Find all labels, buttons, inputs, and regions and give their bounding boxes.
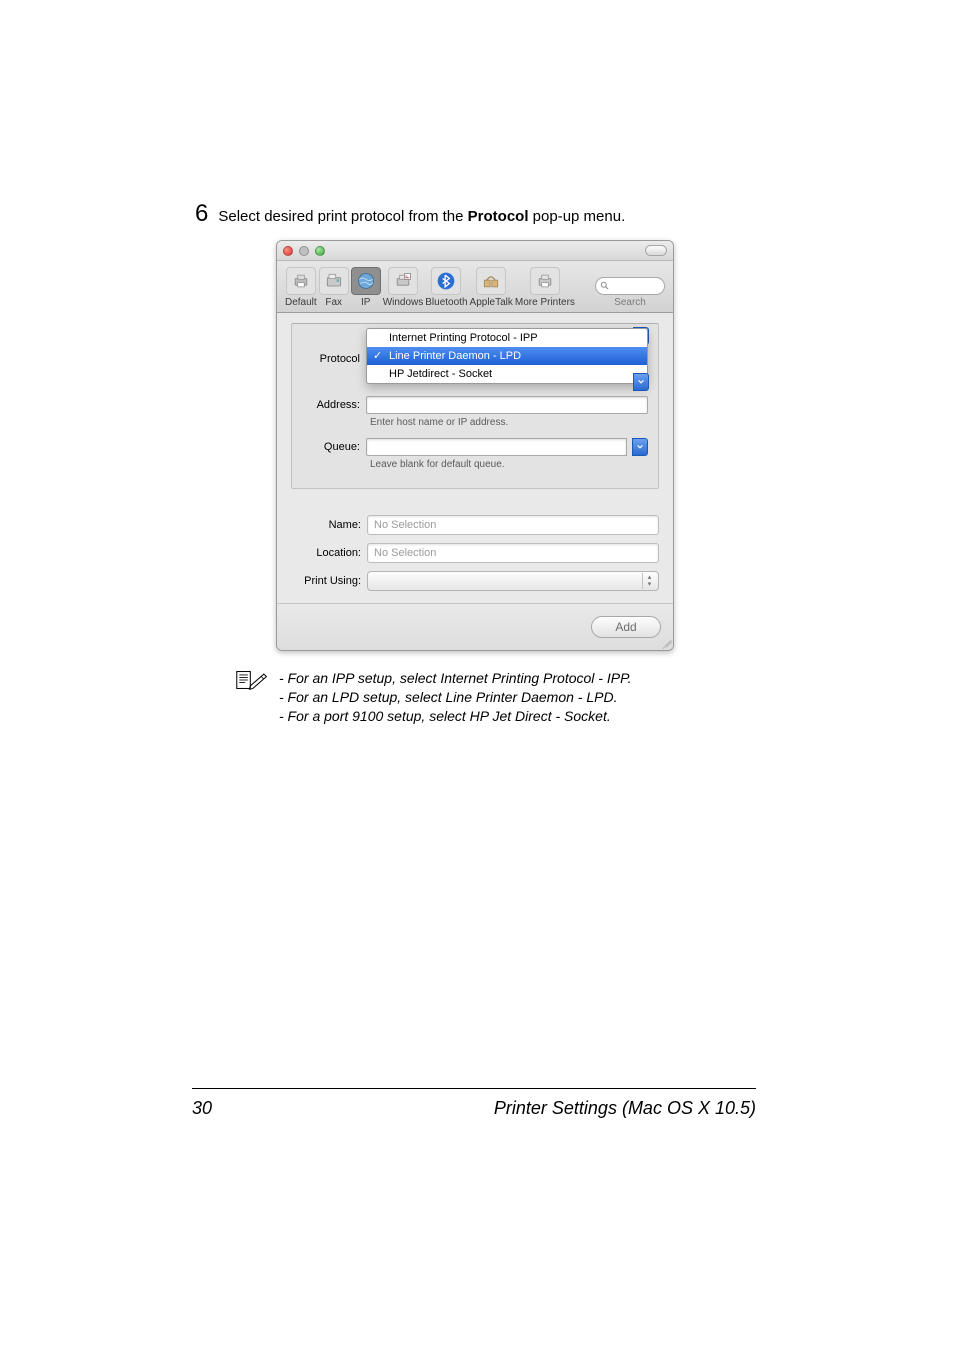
location-field[interactable]: No Selection <box>367 543 659 563</box>
toolbar-label: Windows <box>383 297 424 308</box>
dialog-footer: Add <box>277 603 673 650</box>
search-wrap: Search <box>595 277 665 308</box>
toolbar-fax[interactable]: Fax <box>319 267 349 308</box>
step-text-bold: Protocol <box>468 208 529 225</box>
form-inset: Protocol Internet Printing Protocol - IP… <box>291 323 659 489</box>
toolbar-appletalk[interactable]: AppleTalk <box>470 267 513 308</box>
traffic-lights <box>283 246 325 256</box>
protocol-option-socket[interactable]: HP Jetdirect - Socket <box>367 365 647 383</box>
printusing-popup[interactable]: ▴▾ <box>367 571 659 591</box>
toolbar-label: IP <box>361 297 370 308</box>
protocol-menu: Internet Printing Protocol - IPP Line Pr… <box>366 328 648 384</box>
titlebar <box>277 241 673 261</box>
toolbar-windows[interactable]: Windows <box>383 267 424 308</box>
toolbar-pill-icon[interactable] <box>645 245 667 256</box>
search-icon <box>600 281 610 291</box>
queue-dropdown-icon[interactable] <box>632 438 648 456</box>
address-input[interactable] <box>366 396 648 414</box>
name-label: Name: <box>291 519 361 531</box>
search-label: Search <box>614 297 646 308</box>
toolbar-bluetooth[interactable]: Bluetooth <box>425 267 467 308</box>
protocol-label: Protocol <box>302 353 360 365</box>
resize-grip-icon[interactable] <box>659 636 671 648</box>
globe-icon <box>351 267 381 295</box>
popup-cap-bottom-icon <box>633 373 649 391</box>
windows-icon <box>388 267 418 295</box>
printusing-label: Print Using: <box>291 575 361 587</box>
note-icon <box>235 669 269 691</box>
toolbar-more-printers[interactable]: More Printers <box>515 267 575 308</box>
toolbar-label: Fax <box>325 297 342 308</box>
note-line-1: - For an IPP setup, select Internet Prin… <box>279 669 632 688</box>
form-area: Protocol Internet Printing Protocol - IP… <box>277 313 673 501</box>
note-block: - For an IPP setup, select Internet Prin… <box>235 669 755 726</box>
lower-form: Name: No Selection Location: No Selectio… <box>277 501 673 603</box>
toolbar-default[interactable]: Default <box>285 267 317 308</box>
location-label: Location: <box>291 547 361 559</box>
bluetooth-icon <box>431 267 461 295</box>
step-text-after: pop-up menu. <box>529 208 626 225</box>
more-printers-icon <box>530 267 560 295</box>
step-line: 6 Select desired print protocol from the… <box>195 200 755 228</box>
address-hint: Enter host name or IP address. <box>370 417 658 428</box>
address-label: Address: <box>302 399 360 411</box>
add-printer-dialog: Default Fax IP Windows <box>276 240 674 651</box>
appletalk-icon <box>476 267 506 295</box>
queue-input[interactable] <box>366 438 627 456</box>
zoom-icon[interactable] <box>315 246 325 256</box>
toolbar-label: More Printers <box>515 297 575 308</box>
close-icon[interactable] <box>283 246 293 256</box>
queue-label: Queue: <box>302 441 360 453</box>
page-number: 30 <box>192 1098 212 1119</box>
step-number: 6 <box>195 200 208 228</box>
note-line-3: - For a port 9100 setup, select HP Jet D… <box>279 707 632 726</box>
add-button[interactable]: Add <box>591 616 661 638</box>
fax-icon <box>319 267 349 295</box>
protocol-option-ipp[interactable]: Internet Printing Protocol - IPP <box>367 329 647 347</box>
note-text: - For an IPP setup, select Internet Prin… <box>279 669 632 726</box>
search-input[interactable] <box>595 277 665 295</box>
protocol-option-lpd[interactable]: Line Printer Daemon - LPD <box>367 347 647 365</box>
toolbar-ip[interactable]: IP <box>351 267 381 308</box>
protocol-popup[interactable]: Internet Printing Protocol - IPP Line Pr… <box>366 332 648 386</box>
toolbar-label: Bluetooth <box>425 297 467 308</box>
printer-icon <box>286 267 316 295</box>
footer-rule <box>192 1088 756 1089</box>
minimize-icon[interactable] <box>299 246 309 256</box>
queue-hint: Leave blank for default queue. <box>370 459 658 470</box>
toolbar-label: Default <box>285 297 317 308</box>
name-field[interactable]: No Selection <box>367 515 659 535</box>
page-title: Printer Settings (Mac OS X 10.5) <box>494 1098 756 1119</box>
step-text-before: Select desired print protocol from the <box>218 208 467 225</box>
note-line-2: - For an LPD setup, select Line Printer … <box>279 688 632 707</box>
step-text: Select desired print protocol from the P… <box>218 208 625 225</box>
toolbar: Default Fax IP Windows <box>277 261 673 313</box>
toolbar-label: AppleTalk <box>470 297 513 308</box>
updown-arrows-icon: ▴▾ <box>642 573 656 589</box>
